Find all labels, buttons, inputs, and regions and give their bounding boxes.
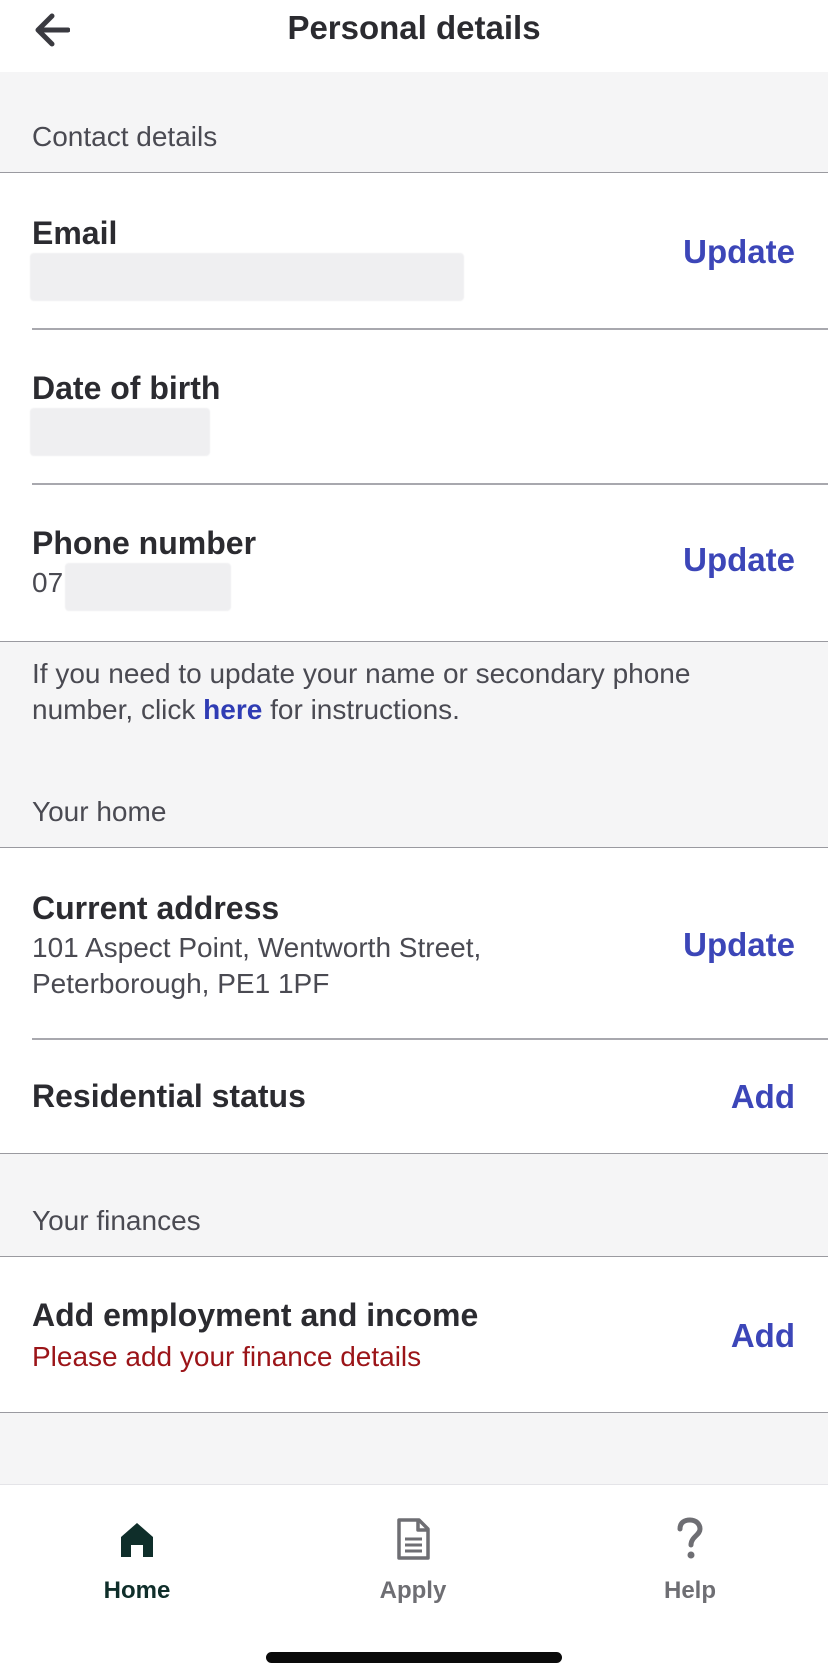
tab-help-label: Help xyxy=(663,1577,716,1604)
tab-apply-label: Apply xyxy=(379,1577,447,1604)
app-header: Personal details xyxy=(0,0,828,72)
employment-row[interactable]: Add employment and income Please add you… xyxy=(0,1257,828,1412)
residential-row[interactable]: Residential status Add xyxy=(0,1040,828,1153)
tab-home-label: Home xyxy=(103,1577,171,1604)
email-row[interactable]: Email Update xyxy=(0,173,828,328)
document-icon xyxy=(397,1518,430,1560)
house-icon xyxy=(121,1523,153,1557)
phone-value-redacted xyxy=(65,563,231,611)
address-row[interactable]: Current address 101 Aspect Point, Wentwo… xyxy=(0,848,828,1038)
section-title-contact: Contact details xyxy=(32,121,218,152)
tab-apply[interactable]: Apply xyxy=(313,1515,513,1605)
phone-label: Phone number xyxy=(32,525,257,561)
phone-row[interactable]: Phone number 07 Update xyxy=(0,485,828,640)
residential-add-button[interactable]: Add xyxy=(731,1078,795,1116)
employment-add-button[interactable]: Add xyxy=(731,1317,795,1355)
dob-label: Date of birth xyxy=(32,370,221,406)
employment-error-text: Please add your finance details xyxy=(32,1341,422,1372)
email-update-button[interactable]: Update xyxy=(683,233,795,271)
employment-label: Add employment and income xyxy=(32,1297,479,1333)
address-label: Current address xyxy=(32,890,280,926)
phone-value-prefix: 07 xyxy=(32,567,64,598)
question-icon xyxy=(677,1517,703,1559)
tab-help[interactable]: Help xyxy=(590,1515,790,1605)
bottom-tab-bar: Home Apply Help xyxy=(0,1484,828,1680)
instructions-note: If you need to update your name or secon… xyxy=(32,656,792,728)
email-value-redacted xyxy=(30,253,464,301)
section-title-finances: Your finances xyxy=(32,1205,201,1236)
dob-row: Date of birth xyxy=(0,330,828,483)
tab-home[interactable]: Home xyxy=(37,1515,237,1605)
home-card: Current address 101 Aspect Point, Wentwo… xyxy=(0,847,828,1154)
page-title: Personal details xyxy=(287,9,541,46)
email-label: Email xyxy=(32,215,118,251)
address-line-1: 101 Aspect Point, Wentworth Street, xyxy=(32,932,482,963)
dob-value-redacted xyxy=(30,408,210,456)
phone-update-button[interactable]: Update xyxy=(683,541,795,579)
note-text-after: for instructions. xyxy=(262,694,460,725)
address-line-2: Peterborough, PE1 1PF xyxy=(32,968,330,999)
residential-label: Residential status xyxy=(32,1078,306,1114)
home-indicator xyxy=(266,1652,562,1663)
contact-card: Email Update Date of birth Phone number … xyxy=(0,172,828,642)
section-title-home: Your home xyxy=(32,796,167,827)
instructions-link[interactable]: here xyxy=(203,694,262,725)
finances-card: Add employment and income Please add you… xyxy=(0,1256,828,1413)
address-update-button[interactable]: Update xyxy=(683,926,795,964)
